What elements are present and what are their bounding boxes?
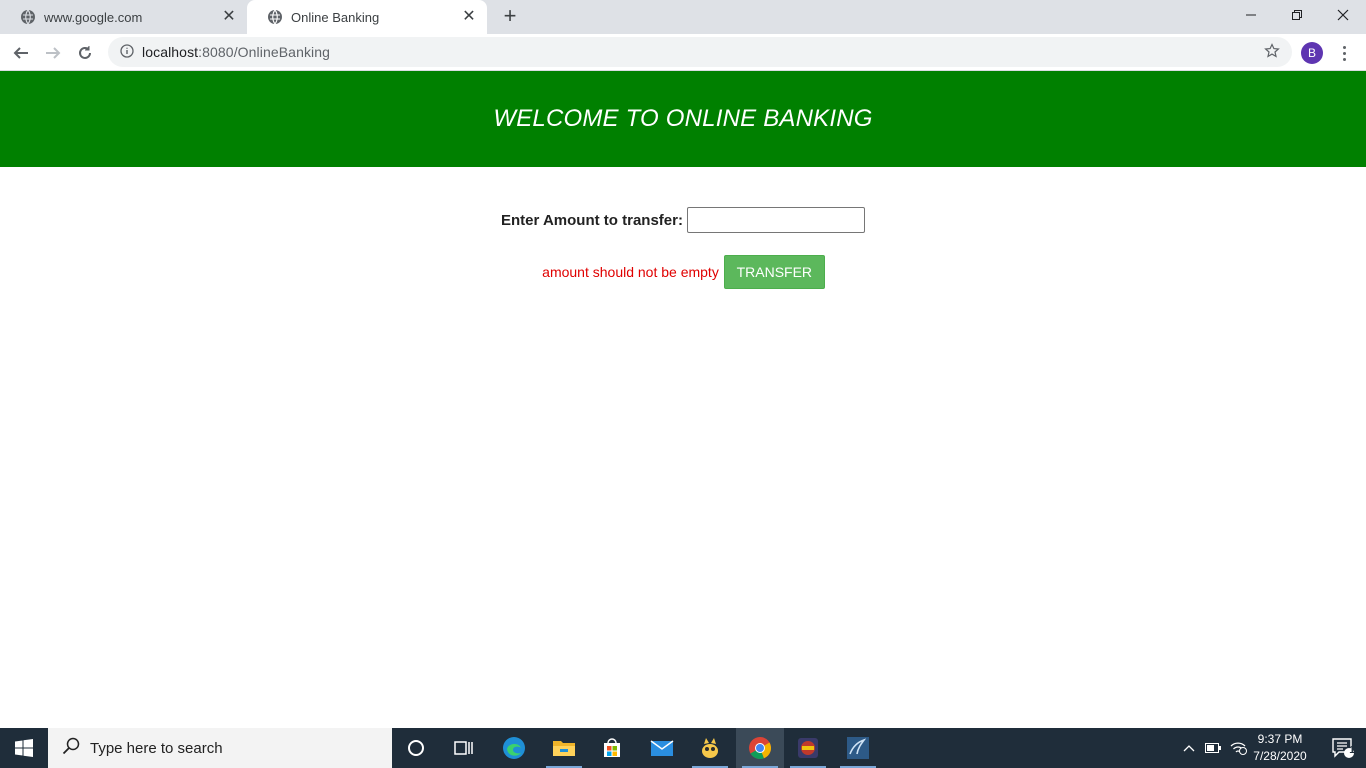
address-bar[interactable]: localhost:8080/OnlineBanking	[108, 37, 1292, 67]
reload-icon[interactable]	[72, 40, 98, 66]
system-clock[interactable]: 9:37 PM 7/28/2020	[1248, 731, 1312, 765]
tab-strip: www.google.com ✕ Online Banking ✕ +	[0, 0, 1366, 34]
page-viewport: WELCOME TO ONLINE BANKING Enter Amount t…	[0, 71, 1366, 728]
app-icon-2[interactable]	[784, 728, 832, 768]
mysql-workbench-icon[interactable]	[834, 728, 882, 768]
tab-online-banking[interactable]: Online Banking ✕	[247, 0, 487, 34]
file-explorer-icon[interactable]	[540, 728, 588, 768]
mail-icon[interactable]	[638, 728, 686, 768]
taskbar-search[interactable]: Type here to search	[48, 728, 392, 768]
notification-icon[interactable]: 1	[1320, 728, 1366, 768]
battery-icon[interactable]	[1204, 728, 1222, 768]
close-icon[interactable]: ✕	[221, 9, 237, 25]
profile-avatar[interactable]: B	[1301, 42, 1323, 64]
close-window-icon[interactable]	[1320, 0, 1366, 30]
more-menu-icon[interactable]	[1336, 42, 1352, 64]
store-icon[interactable]	[588, 728, 636, 768]
amount-form-row: Enter Amount to transfer:	[0, 207, 1366, 233]
profile-initial: B	[1307, 46, 1316, 60]
amount-label: Enter Amount to transfer:	[501, 211, 683, 229]
windows-taskbar: Type here to search 9:37 PM 7/28/2020 1	[0, 728, 1366, 768]
search-icon	[62, 737, 80, 759]
new-tab-button[interactable]: +	[499, 5, 521, 27]
windows-start-icon[interactable]	[0, 728, 48, 768]
notification-count: 1	[1349, 745, 1355, 756]
chevron-up-icon[interactable]	[1180, 728, 1198, 768]
tab-google[interactable]: www.google.com ✕	[0, 0, 247, 34]
info-icon[interactable]	[120, 43, 134, 61]
globe-icon	[267, 9, 283, 25]
forward-arrow-icon[interactable]	[40, 40, 66, 66]
transfer-button[interactable]: TRANSFER	[723, 255, 825, 289]
back-arrow-icon[interactable]	[8, 40, 34, 66]
browser-toolbar: localhost:8080/OnlineBanking B	[0, 34, 1366, 71]
bookmark-star-icon[interactable]	[1264, 43, 1280, 62]
network-icon[interactable]	[1228, 728, 1248, 768]
tab-title: Online Banking	[291, 9, 380, 25]
close-icon[interactable]: ✕	[461, 9, 477, 25]
clock-time: 9:37 PM	[1257, 732, 1303, 746]
page-title: WELCOME TO ONLINE BANKING	[493, 105, 873, 132]
welcome-banner: WELCOME TO ONLINE BANKING	[0, 71, 1366, 167]
tab-title: www.google.com	[44, 9, 143, 25]
edge-icon[interactable]	[490, 728, 538, 768]
url-path: :8080/OnlineBanking	[198, 44, 331, 60]
cortana-icon[interactable]	[392, 728, 440, 768]
clock-date: 7/28/2020	[1253, 749, 1307, 763]
globe-icon	[20, 9, 36, 25]
action-row: amount should not be empty TRANSFER	[0, 255, 1366, 289]
task-view-icon[interactable]	[440, 728, 488, 768]
amount-input[interactable]	[686, 207, 865, 233]
minimize-icon[interactable]	[1228, 0, 1274, 30]
error-message: amount should not be empty	[542, 264, 719, 280]
app-icon[interactable]	[686, 728, 734, 768]
url-host: localhost	[142, 44, 199, 60]
url-text: localhost:8080/OnlineBanking	[142, 44, 330, 60]
chrome-icon[interactable]	[736, 728, 784, 768]
restore-icon[interactable]	[1274, 0, 1320, 30]
search-placeholder: Type here to search	[90, 739, 223, 757]
